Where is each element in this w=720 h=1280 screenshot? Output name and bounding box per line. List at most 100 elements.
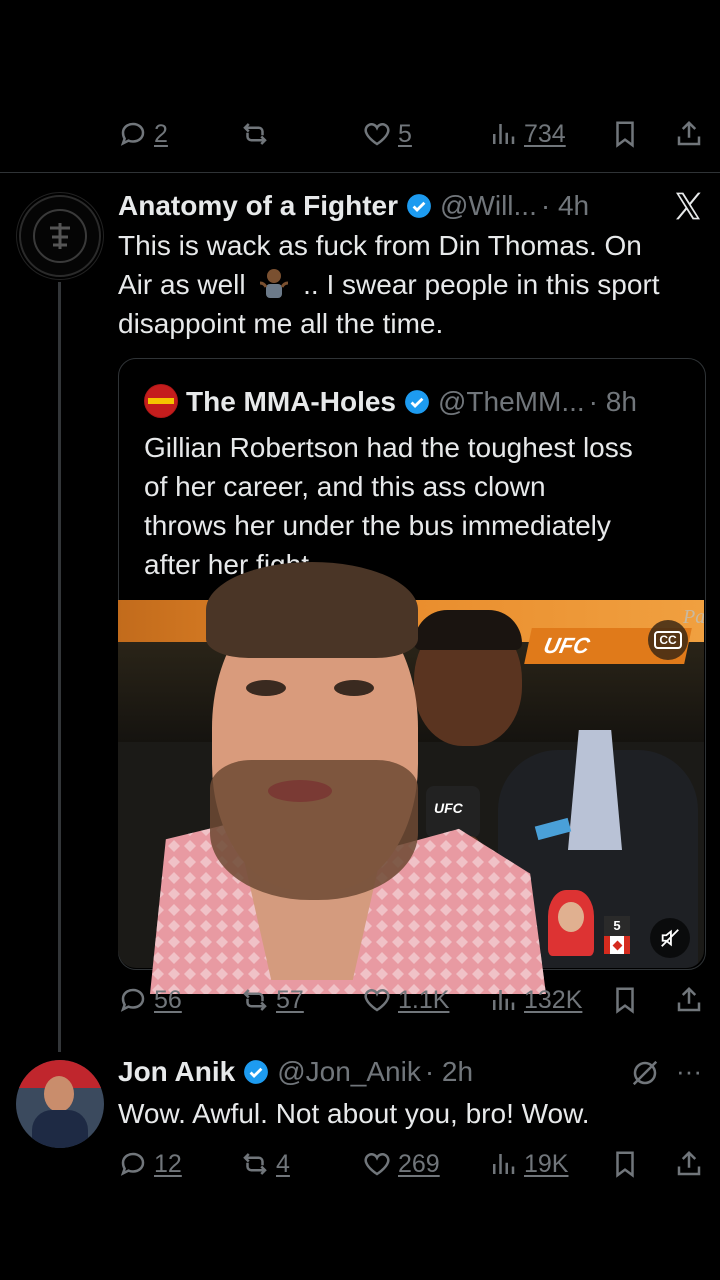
share-icon <box>677 120 701 146</box>
author-handle[interactable]: @Will... <box>440 190 537 222</box>
text-line: This is wack as fuck from Din Thomas. On <box>118 230 642 261</box>
corner-watermark: Pa <box>683 606 704 628</box>
canada-flag-icon <box>604 936 630 954</box>
retweet-count: 57 <box>276 985 304 1014</box>
bookmark-button[interactable] <box>610 980 640 1020</box>
reply-icon <box>120 988 145 1012</box>
quote-author-name: The MMA-Holes <box>186 386 396 417</box>
share-icon <box>677 986 701 1012</box>
avatar-jon-anik[interactable] <box>16 1060 104 1148</box>
heart-icon <box>364 989 390 1012</box>
share-button[interactable] <box>674 114 704 154</box>
avatar-anatomy[interactable] <box>16 192 104 280</box>
divider <box>0 172 720 173</box>
text-line: Air as well .. I swear people in this sp… <box>118 265 708 304</box>
reply-author-name[interactable]: Jon Anik <box>118 1056 235 1088</box>
thread-line <box>58 282 61 1052</box>
like-button[interactable]: 5 <box>362 114 412 154</box>
reply-author-handle[interactable]: @Jon_Anik <box>277 1056 421 1088</box>
cc-label: CC <box>654 631 682 649</box>
quote-tweet-text: Gillian Robertson had the toughest loss … <box>144 428 694 584</box>
commentator-shirt <box>568 730 622 850</box>
tweet-time: · 4h <box>540 190 590 221</box>
like-count: 269 <box>398 1149 440 1178</box>
reply-count: 56 <box>154 985 182 1014</box>
rank-badge: 5 <box>604 916 630 936</box>
reply-button[interactable]: 2 <box>118 114 168 154</box>
share-button[interactable] <box>674 980 704 1020</box>
creator-left-eye <box>246 680 286 696</box>
retweet-button[interactable] <box>240 114 270 154</box>
fighter-face <box>558 902 584 932</box>
main-tweet-header: Anatomy of a Fighter @Will... · 4h <box>118 186 589 226</box>
views-count: 132K <box>524 985 583 1014</box>
quote-tweet-header: The MMA-Holes @TheMM... · 8h <box>186 382 637 422</box>
views-count: 734 <box>524 119 566 148</box>
like-button[interactable]: 1.1K <box>362 980 449 1020</box>
heart-icon <box>364 1153 390 1176</box>
prev-tweet-actions: 2 5 734 <box>0 114 720 154</box>
retweet-button[interactable]: 4 <box>240 1144 290 1184</box>
muted-speaker-icon <box>661 929 679 947</box>
avatar-suit <box>32 1110 88 1148</box>
retweet-count: 4 <box>276 1149 290 1178</box>
more-options-button[interactable]: ··· <box>676 1056 702 1087</box>
captions-button[interactable]: CC <box>648 620 688 660</box>
mma-holes-logo-icon <box>145 385 177 417</box>
text-segment: Air as well <box>118 269 246 300</box>
reply-icon <box>120 1152 145 1176</box>
grok-icon[interactable] <box>630 1058 660 1088</box>
reply-text: Wow. Awful. Not about you, bro! Wow. <box>118 1098 590 1129</box>
like-count: 1.1K <box>398 985 450 1014</box>
creator-right-eye <box>334 680 374 696</box>
views-button[interactable]: 19K <box>488 1144 568 1184</box>
reply-button[interactable]: 56 <box>118 980 182 1020</box>
avatar-mma-holes <box>144 384 178 418</box>
avatar-face <box>44 1076 74 1112</box>
quote-tweet-time: · 8h <box>588 386 637 417</box>
reply-count: 2 <box>154 119 168 148</box>
x-logo-icon[interactable] <box>672 190 704 222</box>
like-count: 5 <box>398 119 412 148</box>
reply-actions: 12 4 269 19K <box>0 1144 720 1184</box>
bookmark-icon <box>616 987 634 1014</box>
text-segment: .. I swear people in this sport <box>303 269 660 300</box>
mic-flag-text: UFC <box>434 800 463 816</box>
share-button[interactable] <box>674 1144 704 1184</box>
mute-button[interactable] <box>650 918 690 958</box>
bookmark-button[interactable] <box>610 114 640 154</box>
author-name[interactable]: Anatomy of a Fighter <box>118 190 398 222</box>
text-line: after her fight. <box>144 549 317 580</box>
text-line: disappoint me all the time. <box>118 308 444 339</box>
share-icon <box>677 1150 701 1176</box>
shrug-emoji-icon <box>260 269 289 298</box>
text-line: of her career, and this ass clown <box>144 471 546 502</box>
views-icon <box>493 124 515 144</box>
views-icon <box>493 1154 515 1174</box>
verified-badge-icon <box>244 1060 269 1084</box>
creator-hair <box>206 562 418 658</box>
views-button[interactable]: 734 <box>488 114 566 154</box>
like-button[interactable]: 269 <box>362 1144 440 1184</box>
views-count: 19K <box>524 1149 569 1178</box>
verified-badge-icon <box>407 194 431 218</box>
reply-count: 12 <box>154 1149 182 1178</box>
retweet-button[interactable]: 57 <box>240 980 304 1020</box>
heart-icon <box>364 123 390 146</box>
quote-author-handle: @TheMM... <box>438 386 585 417</box>
bookmark-icon <box>616 121 634 148</box>
verified-badge-icon <box>405 390 429 414</box>
bookmark-icon <box>616 1151 634 1178</box>
reply-header: Jon Anik @Jon_Anik · 2h <box>118 1052 473 1092</box>
reply-time: · 2h <box>424 1056 474 1087</box>
text-line: Gillian Robertson had the toughest loss <box>144 432 633 463</box>
retweet-icon <box>243 989 267 1011</box>
creator-mouth <box>268 780 332 802</box>
commentator-hair <box>414 610 522 650</box>
main-tweet-text: This is wack as fuck from Din Thomas. On… <box>118 226 708 343</box>
views-button[interactable]: 132K <box>488 980 582 1020</box>
reply-button[interactable]: 12 <box>118 1144 182 1184</box>
retweet-icon <box>243 1153 267 1175</box>
bookmark-button[interactable] <box>610 1144 640 1184</box>
main-tweet-actions: 56 57 1.1K 132K <box>0 980 720 1020</box>
